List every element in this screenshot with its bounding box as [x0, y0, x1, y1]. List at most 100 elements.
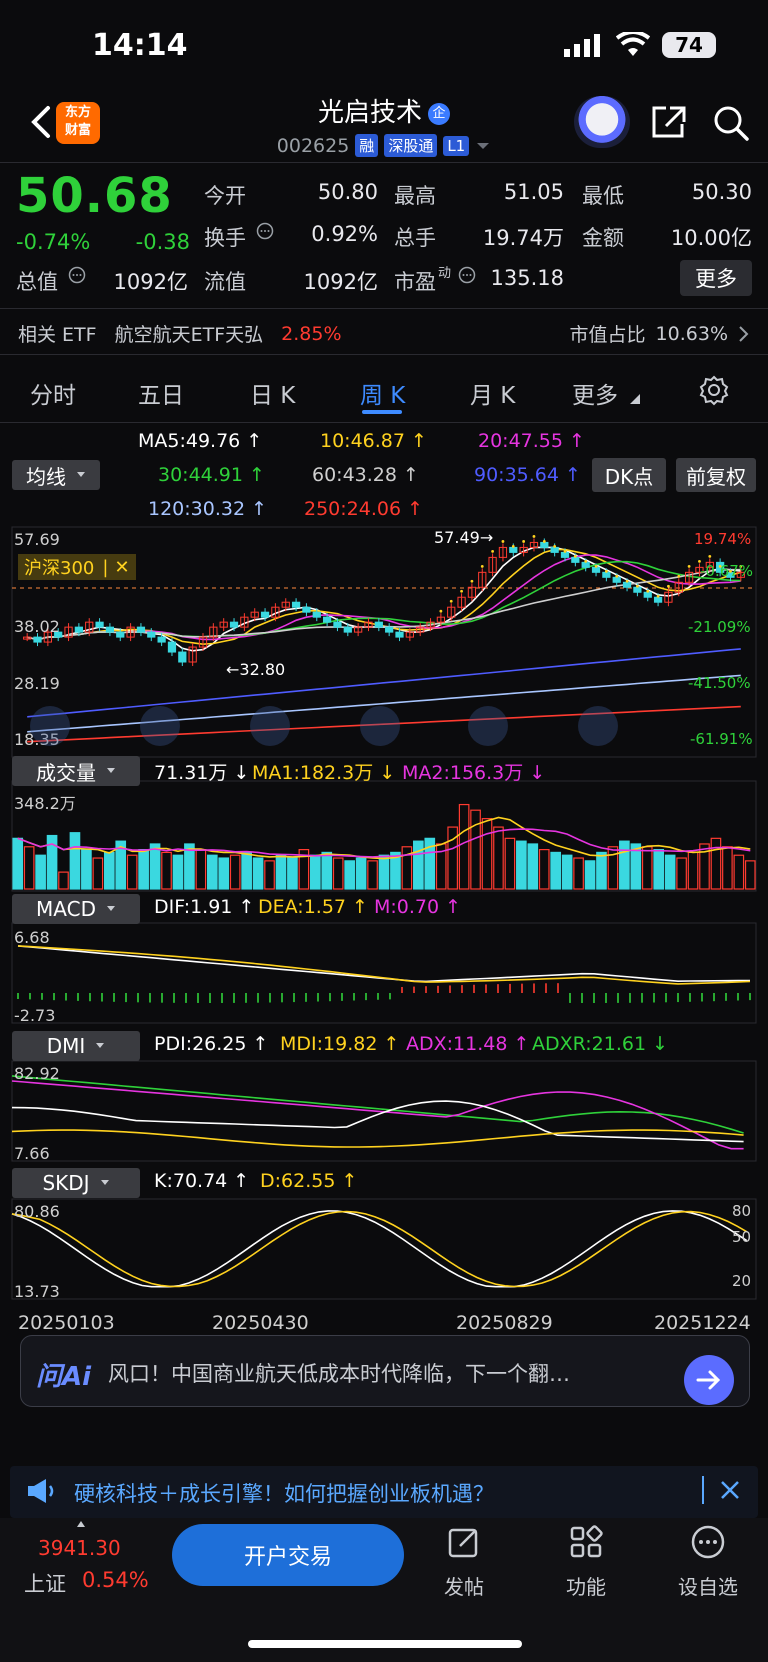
- index-dot: [553, 545, 557, 548]
- label-low: 最低: [582, 184, 624, 208]
- pct-tick-4: -41.50%: [688, 674, 751, 692]
- dmi-pdi: PDI:26.25 ↑: [154, 1033, 269, 1055]
- volume-bar: [12, 837, 24, 890]
- battery-indicator: 74: [662, 32, 716, 58]
- volume-panel: [11, 780, 757, 892]
- high-annotation: 57.49→: [434, 528, 494, 547]
- candle-body: [312, 611, 321, 618]
- volume-bar: [332, 857, 344, 890]
- corner-triangle-icon: [630, 394, 640, 404]
- dmi-top-tick: 82.92: [14, 1064, 60, 1083]
- volume-ma2: MA2:156.3万 ↓: [402, 762, 546, 784]
- tab-monthly-k[interactable]: 月 K: [470, 376, 515, 410]
- index-dot: [491, 550, 494, 553]
- scroll-right-button[interactable]: [468, 706, 508, 746]
- fullscreen-button[interactable]: [578, 706, 618, 746]
- volume-bar: [481, 818, 493, 890]
- ma120-label: 120:30.32 ↑: [148, 498, 268, 520]
- tab-daily-k[interactable]: 日 K: [250, 376, 295, 410]
- footer-post[interactable]: 发帖: [424, 1524, 504, 1600]
- volume-bar: [264, 860, 275, 890]
- index-dot: [532, 535, 536, 538]
- zoom-out-far-button[interactable]: [30, 706, 70, 746]
- ma30-label: 30:44.91 ↑: [158, 464, 265, 486]
- candle-body: [322, 616, 332, 623]
- tab-five-day[interactable]: 五日: [138, 376, 184, 410]
- tab-more[interactable]: 更多: [572, 376, 618, 410]
- status-time: 14:14: [92, 28, 188, 63]
- candle-body: [540, 541, 549, 548]
- volume-bar: [676, 857, 687, 890]
- ai-send-button[interactable]: [684, 1355, 734, 1405]
- info-icon[interactable]: [68, 266, 86, 284]
- ai-assistant-avatar[interactable]: [574, 96, 630, 148]
- candle-body: [116, 631, 125, 638]
- search-icon[interactable]: [712, 104, 750, 142]
- change-percent: -0.74%: [16, 230, 91, 254]
- dmi-pdi-line: [11, 1100, 744, 1143]
- ai-prompt-text[interactable]: 风口！中国商业航天低成本时代降临，下一个翻…: [108, 1358, 668, 1388]
- notice-text[interactable]: 硬核科技＋成长引擎！如何把握创业板机遇？: [74, 1478, 494, 1508]
- volume-bar: [413, 840, 424, 890]
- related-etf-row[interactable]: 相关 ETF 航空航天ETF天弘 2.85% 市值占比 10.63%: [18, 320, 750, 347]
- skdj-selector[interactable]: SKDJ: [12, 1168, 140, 1198]
- zoom-out-button[interactable]: [140, 706, 180, 746]
- macd-bottom-tick: -2.73: [14, 1006, 56, 1025]
- ma-selector[interactable]: 均线: [12, 460, 100, 490]
- y-tick-4: 28.19: [14, 674, 60, 693]
- info-icon[interactable]: [458, 266, 476, 284]
- volume-bar: [218, 857, 230, 890]
- volume-bar: [195, 848, 207, 890]
- index-value[interactable]: 3941.30: [38, 1536, 121, 1560]
- index-percent[interactable]: 0.54%: [82, 1568, 149, 1592]
- close-icon[interactable]: [716, 1476, 744, 1504]
- zoom-in-button[interactable]: [250, 706, 290, 746]
- index-dot: [584, 559, 588, 563]
- more-quote-button[interactable]: 更多: [680, 260, 752, 296]
- tab-weekly-k[interactable]: 周 K: [360, 376, 405, 410]
- candle-body: [343, 626, 352, 633]
- volume-selector[interactable]: 成交量: [12, 756, 140, 786]
- scroll-left-button[interactable]: [360, 706, 400, 746]
- volume-bar: [619, 840, 630, 890]
- candle-body: [157, 636, 166, 643]
- share-icon[interactable]: [650, 104, 688, 140]
- tag-connect: 深股通: [384, 134, 438, 157]
- tag-level: L1: [443, 135, 470, 156]
- dmi-selector[interactable]: DMI: [12, 1031, 140, 1061]
- index-dot: [646, 589, 650, 593]
- footer-functions[interactable]: 功能: [546, 1524, 626, 1600]
- candle-body: [229, 621, 239, 628]
- tag-margin: 融: [355, 134, 379, 157]
- dropdown-icon[interactable]: [475, 141, 491, 151]
- open-account-trade-button[interactable]: 开户交易: [172, 1524, 404, 1586]
- info-icon[interactable]: [256, 222, 274, 240]
- volume-bar: [229, 854, 241, 890]
- adjust-button[interactable]: 前复权: [676, 458, 756, 492]
- candle-body: [291, 601, 301, 608]
- candle-body: [633, 586, 642, 593]
- signal-icon: [564, 34, 600, 57]
- volume-bar: [641, 846, 653, 890]
- index-dot: [563, 550, 567, 553]
- index-name[interactable]: 上证: [24, 1568, 66, 1598]
- volume-bar: [687, 851, 699, 890]
- volume-bar: [252, 857, 264, 890]
- macd-selector[interactable]: MACD: [12, 894, 140, 924]
- gear-icon[interactable]: [698, 374, 730, 406]
- candle-body: [509, 546, 518, 553]
- volume-bar: [92, 857, 104, 890]
- index-overlay-tag[interactable]: 沪深300 | ✕: [18, 554, 136, 580]
- volume-bar: [653, 848, 665, 890]
- skdj-frame: [11, 1198, 757, 1300]
- label-volume: 总手: [394, 226, 436, 250]
- pct-tick-bottom: -61.91%: [690, 730, 753, 748]
- footer-add-watchlist[interactable]: 设自选: [668, 1524, 748, 1600]
- pct-tick-3: -21.09%: [688, 618, 751, 636]
- y-tick-top: 57.69: [14, 530, 60, 549]
- index-dot: [501, 540, 505, 543]
- dk-point-button[interactable]: DK点: [592, 458, 666, 492]
- volume-bar: [710, 837, 722, 890]
- tab-intraday[interactable]: 分时: [30, 376, 76, 410]
- candle-body: [136, 626, 146, 633]
